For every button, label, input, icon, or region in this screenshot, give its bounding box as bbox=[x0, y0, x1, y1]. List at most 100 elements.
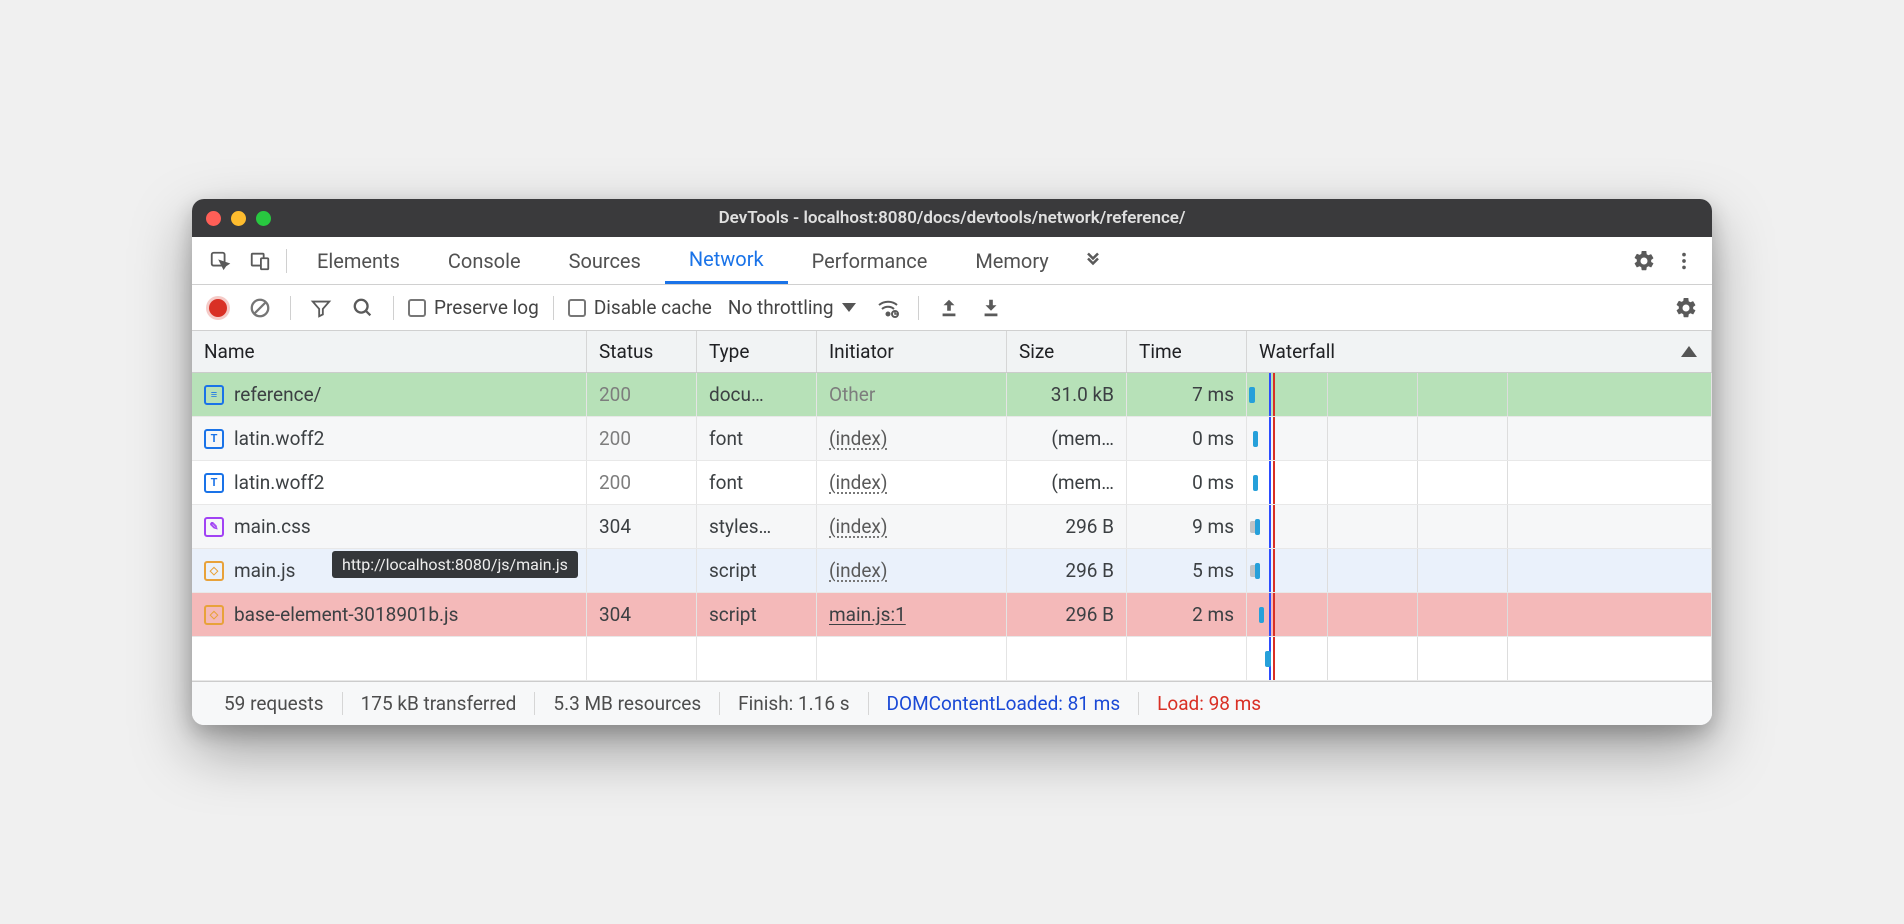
cell-name[interactable]: ≡ reference/ bbox=[192, 373, 587, 416]
cell-size: 31.0 kB bbox=[1007, 373, 1127, 416]
cell-name[interactable]: ◇ base-element-3018901b.js bbox=[192, 593, 587, 636]
cell-type: docu… bbox=[697, 373, 817, 416]
table-headers: Name Status Type Initiator Size Time Wat… bbox=[192, 331, 1712, 373]
sb-requests: 59 requests bbox=[206, 692, 343, 715]
search-icon[interactable] bbox=[347, 292, 379, 324]
cell-time: 2 ms bbox=[1127, 593, 1247, 636]
device-toggle-icon[interactable] bbox=[240, 237, 280, 284]
sb-transferred: 175 kB transferred bbox=[343, 692, 536, 715]
cell-name[interactable]: T latin.woff2 bbox=[192, 461, 587, 504]
header-status[interactable]: Status bbox=[587, 331, 697, 372]
font-file-icon: T bbox=[204, 473, 224, 493]
kebab-menu-icon[interactable] bbox=[1664, 237, 1704, 284]
cell-waterfall bbox=[1247, 373, 1712, 416]
disable-cache-label: Disable cache bbox=[594, 296, 712, 319]
tab-performance[interactable]: Performance bbox=[788, 237, 952, 284]
titlebar: DevTools - localhost:8080/docs/devtools/… bbox=[192, 199, 1712, 237]
cell-status bbox=[587, 549, 697, 592]
cell-initiator[interactable]: (index) bbox=[817, 461, 1007, 504]
devtools-window: DevTools - localhost:8080/docs/devtools/… bbox=[192, 199, 1712, 725]
doc-file-icon: ≡ bbox=[204, 385, 224, 405]
settings-icon[interactable] bbox=[1624, 237, 1664, 284]
window-title: DevTools - localhost:8080/docs/devtools/… bbox=[206, 208, 1698, 228]
status-bar: 59 requests 175 kB transferred 5.3 MB re… bbox=[192, 681, 1712, 725]
disable-cache-checkbox[interactable]: Disable cache bbox=[568, 296, 712, 319]
header-time[interactable]: Time bbox=[1127, 331, 1247, 372]
header-initiator[interactable]: Initiator bbox=[817, 331, 1007, 372]
sort-asc-icon bbox=[1681, 346, 1697, 357]
clear-button[interactable] bbox=[244, 292, 276, 324]
request-row[interactable]: T latin.woff2 200 font (index) (mem… 0 m… bbox=[192, 461, 1712, 505]
close-icon[interactable] bbox=[206, 211, 221, 226]
cell-time: 9 ms bbox=[1127, 505, 1247, 548]
tab-console[interactable]: Console bbox=[424, 237, 545, 284]
request-row[interactable]: ◇ base-element-3018901b.js 304 script ma… bbox=[192, 593, 1712, 637]
cell-initiator[interactable]: (index) bbox=[817, 549, 1007, 592]
cell-type: font bbox=[697, 417, 817, 460]
tab-sources[interactable]: Sources bbox=[545, 237, 665, 284]
cell-time: 7 ms bbox=[1127, 373, 1247, 416]
cell-name[interactable]: ◇ main.js http://localhost:8080/js/main.… bbox=[192, 549, 587, 592]
inspect-icon[interactable] bbox=[200, 237, 240, 284]
window-controls bbox=[206, 211, 271, 226]
tab-network[interactable]: Network bbox=[665, 237, 788, 284]
minimize-icon[interactable] bbox=[231, 211, 246, 226]
cell-type: styles… bbox=[697, 505, 817, 548]
sb-load: Load: 98 ms bbox=[1139, 692, 1279, 715]
url-tooltip: http://localhost:8080/js/main.js bbox=[332, 551, 578, 578]
cell-initiator[interactable]: (index) bbox=[817, 417, 1007, 460]
preserve-log-checkbox[interactable]: Preserve log bbox=[408, 296, 539, 319]
upload-har-icon[interactable] bbox=[933, 292, 965, 324]
js-file-icon: ◇ bbox=[204, 561, 224, 581]
cell-type: script bbox=[697, 549, 817, 592]
record-button[interactable] bbox=[202, 292, 234, 324]
cell-size: (mem… bbox=[1007, 461, 1127, 504]
cell-status: 304 bbox=[587, 505, 697, 548]
header-type[interactable]: Type bbox=[697, 331, 817, 372]
header-waterfall[interactable]: Waterfall bbox=[1247, 331, 1712, 372]
cell-status: 200 bbox=[587, 461, 697, 504]
cell-time: 0 ms bbox=[1127, 417, 1247, 460]
cell-size: (mem… bbox=[1007, 417, 1127, 460]
font-file-icon: T bbox=[204, 429, 224, 449]
css-file-icon: ✎ bbox=[204, 517, 224, 537]
cell-initiator[interactable]: main.js:1 bbox=[817, 593, 1007, 636]
sb-dcl: DOMContentLoaded: 81 ms bbox=[869, 692, 1140, 715]
download-har-icon[interactable] bbox=[975, 292, 1007, 324]
tab-memory[interactable]: Memory bbox=[951, 237, 1072, 284]
tab-elements[interactable]: Elements bbox=[293, 237, 424, 284]
network-settings-icon[interactable] bbox=[1670, 292, 1702, 324]
request-row[interactable]: ◇ main.js http://localhost:8080/js/main.… bbox=[192, 549, 1712, 593]
cell-type: font bbox=[697, 461, 817, 504]
preserve-log-label: Preserve log bbox=[434, 296, 539, 319]
cell-waterfall bbox=[1247, 461, 1712, 504]
request-row[interactable]: ✎ main.css 304 styles… (index) 296 B 9 m… bbox=[192, 505, 1712, 549]
cell-size: 296 B bbox=[1007, 505, 1127, 548]
cell-status: 200 bbox=[587, 373, 697, 416]
cell-time: 5 ms bbox=[1127, 549, 1247, 592]
js-file-icon: ◇ bbox=[204, 605, 224, 625]
throttling-value: No throttling bbox=[728, 296, 834, 319]
cell-type: script bbox=[697, 593, 817, 636]
cell-size: 296 B bbox=[1007, 593, 1127, 636]
request-row[interactable]: T latin.woff2 200 font (index) (mem… 0 m… bbox=[192, 417, 1712, 461]
sb-finish: Finish: 1.16 s bbox=[720, 692, 868, 715]
cell-size: 296 B bbox=[1007, 549, 1127, 592]
throttling-select[interactable]: No throttling bbox=[722, 296, 862, 319]
cell-initiator: Other bbox=[817, 373, 1007, 416]
chevron-down-icon bbox=[842, 303, 856, 312]
header-name[interactable]: Name bbox=[192, 331, 587, 372]
cell-status: 200 bbox=[587, 417, 697, 460]
request-row-empty bbox=[192, 637, 1712, 681]
filter-icon[interactable] bbox=[305, 292, 337, 324]
cell-name[interactable]: T latin.woff2 bbox=[192, 417, 587, 460]
cell-initiator[interactable]: (index) bbox=[817, 505, 1007, 548]
cell-name[interactable]: ✎ main.css bbox=[192, 505, 587, 548]
request-row[interactable]: ≡ reference/ 200 docu… Other 31.0 kB 7 m… bbox=[192, 373, 1712, 417]
network-conditions-icon[interactable] bbox=[872, 292, 904, 324]
cell-waterfall bbox=[1247, 593, 1712, 636]
more-tabs-icon[interactable] bbox=[1073, 237, 1113, 284]
maximize-icon[interactable] bbox=[256, 211, 271, 226]
header-size[interactable]: Size bbox=[1007, 331, 1127, 372]
network-toolbar: Preserve log Disable cache No throttling bbox=[192, 285, 1712, 331]
